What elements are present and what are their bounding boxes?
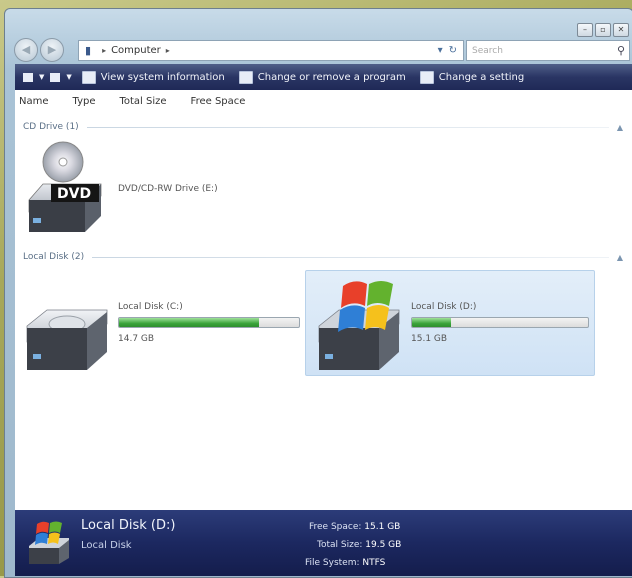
dvd-drive-label[interactable]: DVD/CD-RW Drive (E:) [118,184,218,194]
search-input[interactable]: Search ⚲ [466,40,630,61]
local-disk-c-usage-fill [119,318,260,327]
breadcrumb-arrow-icon[interactable]: ▸ [166,46,170,55]
maximize-button[interactable]: ▫ [595,23,611,37]
forward-button[interactable]: ▶ [40,38,64,62]
chevron-down-icon: ▼ [66,73,72,81]
column-total-size[interactable]: Total Size [119,96,166,107]
local-disk-c-free: 14.7 GB [118,334,155,344]
file-view: Name Type Total Size Free Space CD Drive… [15,90,632,510]
window-controls: – ▫ ✕ [577,23,629,37]
column-type[interactable]: Type [73,96,96,107]
change-remove-program-button[interactable]: Change or remove a program [238,70,406,84]
group-header-cd[interactable]: CD Drive (1) ▲ [23,122,623,132]
details-title: Local Disk (D:) [81,518,176,533]
organize-menu[interactable]: ▼ ▼ [23,72,72,82]
group-header-local[interactable]: Local Disk (2) ▲ [23,252,623,262]
system-info-icon [81,70,96,84]
programs-icon [238,70,253,84]
local-disk-d-free: 15.1 GB [411,334,448,344]
details-pane: Local Disk (D:) Local Disk Free Space: 1… [15,510,632,576]
local-disk-d-item[interactable] [313,272,405,372]
dvd-drive-item[interactable]: DVD [23,140,103,236]
windows-drive-icon [318,281,400,370]
column-name[interactable]: Name [19,96,49,107]
change-setting-label: Change a setting [438,71,525,83]
chevron-down-icon: ▼ [39,73,45,81]
refresh-icon[interactable]: ↻ [449,45,457,56]
collapse-icon[interactable]: ▲ [617,253,623,262]
details-file-system: File System: NTFS [305,558,385,568]
dvd-badge: DVD [57,186,92,202]
total-size-value: 19.5 GB [365,540,402,550]
column-free-space[interactable]: Free Space [191,96,246,107]
hard-drive-icon [26,309,108,370]
command-toolbar: ▼ ▼ View system information Change or re… [15,64,632,90]
windows-drive-small-icon [29,521,69,564]
minimize-button[interactable]: – [577,23,593,37]
search-placeholder: Search [472,45,503,56]
file-system-value: NTFS [362,558,386,568]
change-remove-program-label: Change or remove a program [257,71,406,83]
free-space-value: 15.1 GB [364,522,401,532]
file-system-label: File System: [305,558,360,568]
details-total-size: Total Size: 19.5 GB [317,540,401,550]
details-free-space: Free Space: 15.1 GB [309,522,400,532]
collapse-icon[interactable]: ▲ [617,123,623,132]
total-size-label: Total Size: [317,540,363,550]
local-disk-d-label[interactable]: Local Disk (D:) [411,302,476,312]
local-disk-c-usage-bar [118,317,300,328]
local-disk-d-usage-fill [412,318,451,327]
address-bar[interactable]: ▮ ▸ Computer ▸ ▾ ↻ [78,40,464,61]
view-system-info-button[interactable]: View system information [81,70,225,84]
dropdown-icon[interactable]: ▾ [438,45,443,56]
back-button[interactable]: ◀ [14,38,38,62]
close-button[interactable]: ✕ [613,23,629,37]
computer-icon: ▮ [85,44,92,57]
search-icon[interactable]: ⚲ [617,44,625,57]
breadcrumb-arrow-icon[interactable]: ▸ [102,46,106,55]
change-setting-button[interactable]: Change a setting [419,70,525,84]
settings-icon [419,70,434,84]
organize-icon [23,72,33,82]
view-system-info-label: View system information [100,71,225,83]
local-disk-c-item[interactable] [23,308,109,372]
column-headers: Name Type Total Size Free Space [19,96,632,107]
local-disk-c-label[interactable]: Local Disk (C:) [118,302,183,312]
breadcrumb-computer[interactable]: Computer [111,45,161,56]
free-space-label: Free Space: [309,522,362,532]
local-disk-d-usage-bar [411,317,589,328]
views-icon[interactable] [50,72,61,82]
group-label-cd: CD Drive (1) [23,122,79,132]
details-subtitle: Local Disk [81,540,132,551]
group-label-local: Local Disk (2) [23,252,85,262]
